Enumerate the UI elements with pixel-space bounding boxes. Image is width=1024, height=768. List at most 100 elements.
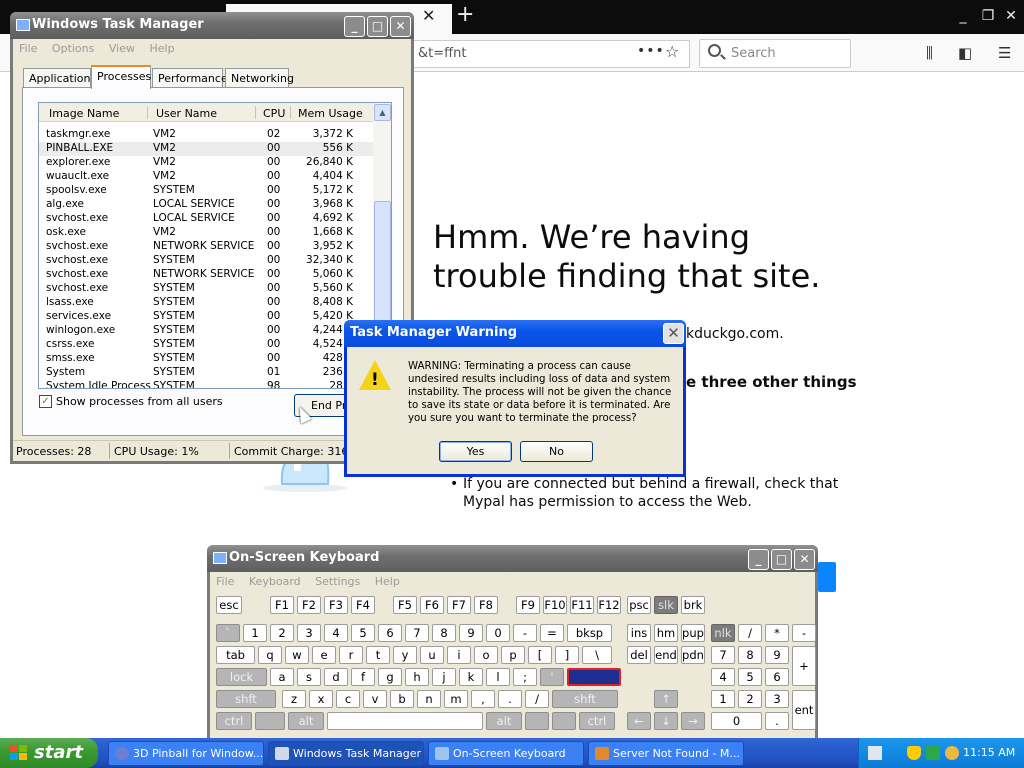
- no-button[interactable]: No: [520, 441, 593, 462]
- sidebar-icon[interactable]: ◧: [958, 44, 972, 62]
- key[interactable]: m: [444, 690, 468, 708]
- key[interactable]: ;: [513, 668, 537, 686]
- key[interactable]: k: [459, 668, 483, 686]
- key[interactable]: F1: [270, 596, 294, 614]
- key[interactable]: del: [627, 646, 651, 664]
- yes-button[interactable]: Yes: [439, 441, 512, 462]
- key[interactable]: ]: [555, 646, 579, 664]
- osk-maximize-button[interactable]: □: [771, 549, 792, 570]
- key[interactable]: i: [447, 646, 471, 664]
- key[interactable]: F2: [297, 596, 321, 614]
- process-list[interactable]: Image Name User Name CPU Mem Usage taskm…: [38, 102, 392, 389]
- table-row[interactable]: svchost.exe SYSTEM 00 32,340 K: [39, 254, 373, 268]
- key[interactable]: ent: [567, 668, 621, 686]
- key[interactable]: .: [765, 712, 789, 730]
- spacebar-key[interactable]: [327, 712, 483, 730]
- menu-options[interactable]: Options: [52, 42, 94, 55]
- osk-menu-help[interactable]: Help: [375, 575, 400, 588]
- key[interactable]: l: [486, 668, 510, 686]
- table-row[interactable]: svchost.exe NETWORK SERVICE 00 3,952 K: [39, 240, 373, 254]
- key[interactable]: 2: [738, 690, 762, 708]
- key[interactable]: t: [366, 646, 390, 664]
- key[interactable]: alt: [288, 712, 324, 730]
- key[interactable]: -: [792, 624, 816, 642]
- key[interactable]: z: [282, 690, 306, 708]
- tab-performance[interactable]: Performance: [152, 68, 228, 88]
- key[interactable]: esc: [216, 596, 242, 614]
- key[interactable]: f: [351, 668, 375, 686]
- key[interactable]: u: [420, 646, 444, 664]
- browser-close-button[interactable]: ✕: [1000, 5, 1022, 27]
- key[interactable]: slk: [654, 596, 678, 614]
- table-row[interactable]: osk.exe VM2 00 1,668 K: [39, 226, 373, 240]
- key[interactable]: 8: [432, 624, 456, 642]
- column-separator[interactable]: [255, 106, 256, 119]
- key[interactable]: 0: [711, 712, 762, 730]
- key[interactable]: F8: [474, 596, 498, 614]
- key[interactable]: nlk: [711, 624, 735, 642]
- key[interactable]: w: [285, 646, 309, 664]
- warning-close-button[interactable]: ✕: [663, 323, 684, 344]
- key[interactable]: alt: [486, 712, 522, 730]
- table-row[interactable]: csrss.exe SYSTEM 00 4,524 K: [39, 338, 373, 352]
- key[interactable]: [: [528, 646, 552, 664]
- key[interactable]: 1: [243, 624, 267, 642]
- key[interactable]: F5: [393, 596, 417, 614]
- key[interactable]: `: [216, 624, 240, 642]
- osk-titlebar[interactable]: On-Screen Keyboard _ □ ✕: [207, 545, 818, 572]
- key[interactable]: F4: [351, 596, 375, 614]
- browser-restore-button[interactable]: ❐: [977, 5, 999, 27]
- arrow-down-key[interactable]: ↓: [654, 712, 678, 730]
- menu-help[interactable]: Help: [149, 42, 174, 55]
- scroll-up-icon[interactable]: ▲: [374, 104, 391, 121]
- show-all-users-label[interactable]: Show processes from all users: [56, 395, 223, 408]
- key[interactable]: -: [513, 624, 537, 642]
- taskbar-item-browser[interactable]: Server Not Found - M...: [588, 741, 744, 766]
- table-row[interactable]: System Idle Process SYSTEM 98 28 K: [39, 380, 373, 388]
- page-actions-icon[interactable]: •••: [637, 43, 665, 59]
- tab-networking[interactable]: Networking: [225, 68, 294, 88]
- key[interactable]: +: [792, 646, 816, 686]
- key[interactable]: e: [312, 646, 336, 664]
- table-row[interactable]: svchost.exe LOCAL SERVICE 00 4,692 K: [39, 212, 373, 226]
- key[interactable]: ent: [792, 690, 816, 730]
- osk-minimize-button[interactable]: _: [748, 549, 769, 570]
- menu-view[interactable]: View: [109, 42, 135, 55]
- key[interactable]: 5: [351, 624, 375, 642]
- new-tab-button[interactable]: +: [456, 2, 474, 27]
- arrow-up-key[interactable]: ↑: [654, 690, 678, 708]
- key[interactable]: n: [417, 690, 441, 708]
- key[interactable]: 5: [738, 668, 762, 686]
- key[interactable]: 6: [378, 624, 402, 642]
- key[interactable]: j: [432, 668, 456, 686]
- key[interactable]: F11: [570, 596, 594, 614]
- key[interactable]: psc: [627, 596, 651, 614]
- key[interactable]: ctrl: [579, 712, 615, 730]
- key[interactable]: hm: [654, 624, 678, 642]
- key[interactable]: *: [765, 624, 789, 642]
- key[interactable]: s: [297, 668, 321, 686]
- start-button[interactable]: start: [0, 738, 98, 768]
- url-text[interactable]: &t=ffnt: [418, 46, 466, 61]
- key[interactable]: p: [501, 646, 525, 664]
- key[interactable]: v: [363, 690, 387, 708]
- security-shield-icon[interactable]: [907, 746, 921, 760]
- key[interactable]: 0: [486, 624, 510, 642]
- windows-key-icon[interactable]: [255, 712, 285, 730]
- column-cpu[interactable]: CPU: [263, 107, 285, 120]
- column-user-name[interactable]: User Name: [156, 107, 217, 120]
- key[interactable]: pup: [681, 624, 705, 642]
- search-tray-icon[interactable]: [945, 746, 959, 760]
- network-icon[interactable]: [926, 746, 940, 760]
- key[interactable]: 1: [711, 690, 735, 708]
- minimize-button[interactable]: _: [344, 16, 365, 37]
- key[interactable]: ': [540, 668, 564, 686]
- key[interactable]: 9: [765, 646, 789, 664]
- key[interactable]: ins: [627, 624, 651, 642]
- key[interactable]: o: [474, 646, 498, 664]
- key[interactable]: ctrl: [216, 712, 252, 730]
- key[interactable]: 2: [270, 624, 294, 642]
- table-row[interactable]: spoolsv.exe SYSTEM 00 5,172 K: [39, 184, 373, 198]
- column-separator[interactable]: [147, 106, 148, 119]
- key[interactable]: c: [336, 690, 360, 708]
